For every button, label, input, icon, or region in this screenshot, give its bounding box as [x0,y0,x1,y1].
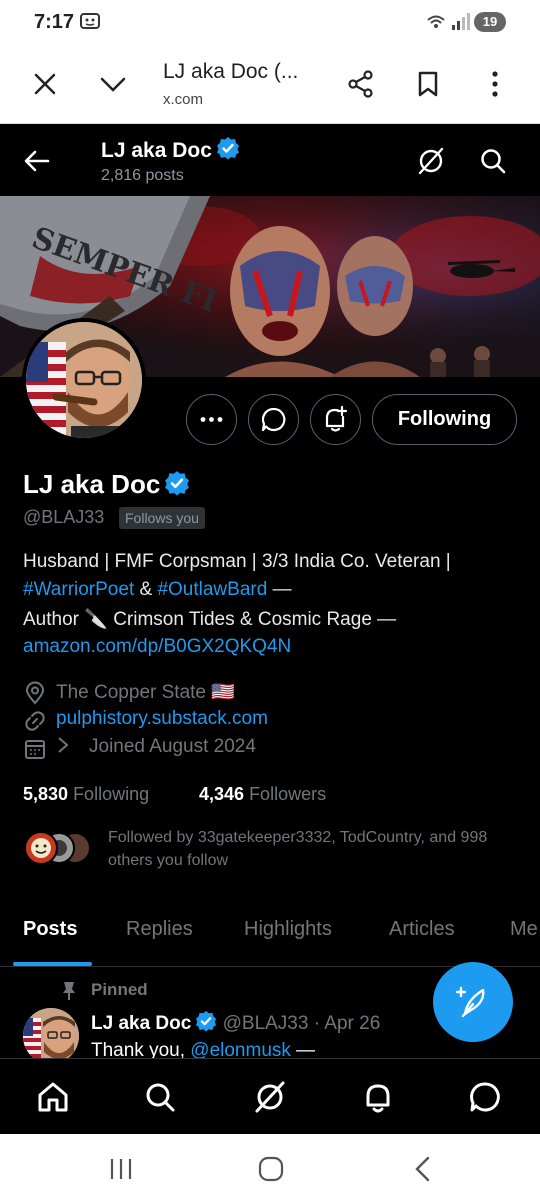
profile-tabs: Posts Replies Highlights Articles Me [0,900,540,967]
hashtag-link[interactable]: #WarriorPoet [23,579,134,600]
screen-record-icon [80,13,100,29]
chat-bubble-icon [261,407,286,432]
tab-replies[interactable]: Replies [126,918,193,941]
search-icon[interactable] [478,146,508,176]
post-header: LJ aka Doc @BLAJ33 · Apr 26 [91,1010,380,1035]
post-avatar-photo [23,1008,79,1064]
browser-page-title: LJ aka Doc (... [163,60,299,83]
followed-by-text[interactable]: Followed by 33gatekeeper3332, TodCountry… [108,826,518,872]
back-button-icon[interactable] [408,1154,438,1184]
tab-articles[interactable]: Articles [389,918,455,941]
location-pin-icon [25,681,45,705]
profile-header-bar: LJ aka Doc 2,816 posts [0,124,540,196]
verified-badge-icon [216,137,239,160]
bio-amazon-link[interactable]: amazon.com/dp/B0GX2QKQ4N [23,636,523,658]
recent-apps-icon[interactable] [106,1154,136,1184]
grok-icon[interactable] [416,146,446,176]
status-time: 7:17 [34,11,75,33]
bio-line-2: #WarriorPoet & #OutlawBard — [23,579,292,600]
bookmark-icon[interactable] [413,69,443,99]
bottom-navigation [0,1058,540,1134]
home-icon[interactable] [35,1079,71,1115]
more-options-button[interactable] [186,394,237,445]
calendar-icon [25,740,45,759]
compose-feather-icon [455,986,485,1018]
system-navigation-bar [0,1134,540,1200]
browser-toolbar: LJ aka Doc (... x.com [0,44,540,124]
mutual-followers-avatars[interactable] [23,830,93,866]
chevron-right-icon [58,737,69,753]
grok-icon[interactable] [252,1079,288,1115]
tab-highlights[interactable]: Highlights [244,918,332,941]
compose-post-button[interactable] [433,962,513,1042]
bio-line-1: Husband | FMF Corpsman | 3/3 India Co. V… [23,551,451,572]
chevron-down-icon[interactable] [98,69,128,99]
link-icon [25,711,45,731]
website-link[interactable]: pulphistory.substack.com [56,708,268,730]
browser-url: x.com [163,91,204,108]
tab-media[interactable]: Me [510,918,538,941]
status-bar: 7:17 19 [0,0,540,44]
more-vertical-icon[interactable] [480,69,510,99]
profile-avatar[interactable] [22,318,146,442]
search-icon[interactable] [142,1079,178,1115]
active-tab-indicator [13,962,92,966]
following-button[interactable]: Following [372,394,517,445]
back-arrow-icon[interactable] [22,146,52,176]
header-post-count: 2,816 posts [101,167,184,184]
close-icon[interactable] [30,69,60,99]
notifications-bell-icon[interactable] [360,1079,396,1115]
following-stat[interactable]: 5,830 Following [23,784,149,805]
battery-indicator: 19 [474,12,506,32]
post-handle-date: @BLAJ33 · Apr 26 [222,1013,381,1034]
mention-link[interactable]: @elonmusk [190,1040,291,1060]
hashtag-link[interactable]: #OutlawBard [157,579,267,600]
joined-text: Joined August 2024 [56,736,256,758]
notifications-subscribe-button[interactable] [310,394,361,445]
tab-posts[interactable]: Posts [23,918,77,941]
verified-badge-icon [196,1010,217,1032]
follows-you-badge: Follows you [119,507,205,529]
more-horizontal-icon [200,417,223,422]
signal-icon [427,13,470,30]
verified-badge-icon [165,471,190,496]
avatar-photo [26,322,142,438]
profile-name: LJ aka Doc [23,469,190,500]
messages-icon[interactable] [467,1079,503,1115]
post-text[interactable]: Thank you, @elonmusk — [91,1040,315,1060]
location-text: The Copper State 🇺🇸 [56,682,235,703]
home-button-icon[interactable] [256,1154,286,1184]
share-icon[interactable] [346,69,376,99]
bell-plus-icon [325,405,348,432]
message-button[interactable] [248,394,299,445]
followers-stat[interactable]: 4,346 Followers [199,784,326,805]
pin-icon [63,982,75,1000]
header-name: LJ aka Doc [101,136,240,163]
post-author-avatar[interactable] [23,1008,79,1064]
profile-handle: @BLAJ33 [23,507,105,527]
bio-line-3: Author 🔪 Crimson Tides & Cosmic Rage — [23,609,397,630]
post-author-name[interactable]: LJ aka Doc [91,1013,191,1034]
